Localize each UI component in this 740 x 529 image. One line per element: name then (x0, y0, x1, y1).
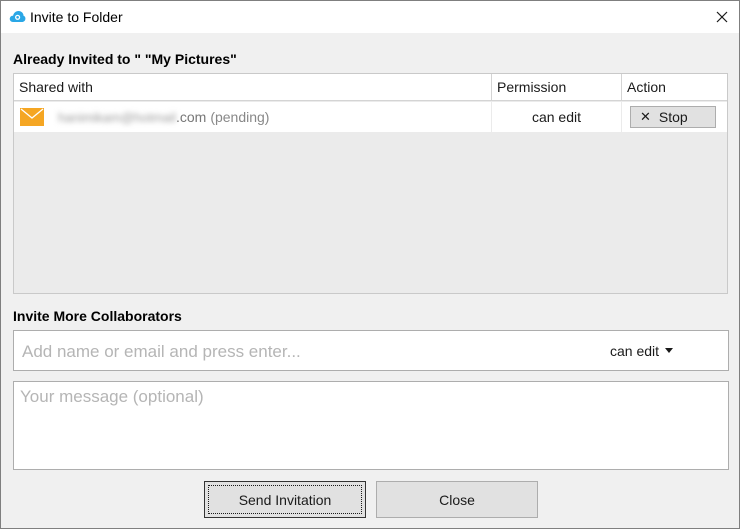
column-header-shared-with[interactable]: Shared with (14, 74, 491, 100)
permission-value: can edit (531, 109, 582, 125)
column-header-action[interactable]: Action (621, 74, 727, 100)
stop-button-label: Stop (658, 109, 688, 125)
column-header-permission[interactable]: Permission (491, 74, 621, 100)
invite-field-container: can edit (13, 330, 729, 372)
invite-more-heading: Invite More Collaborators (13, 308, 182, 324)
permission-cell: can edit (491, 102, 621, 132)
already-invited-heading: Already Invited to " "My Pictures" (13, 51, 237, 67)
close-button[interactable]: Close (376, 481, 538, 518)
send-invitation-button[interactable]: Send Invitation (204, 481, 366, 518)
close-button-label: Close (439, 491, 475, 508)
action-cell: ✕ Stop (621, 102, 727, 132)
email-local-part: hanimikam@hotmail (58, 109, 176, 125)
close-icon[interactable] (705, 1, 739, 33)
mail-icon (20, 108, 44, 126)
table-row[interactable]: hanimikam@hotmail .com (pending) can edi… (14, 102, 727, 132)
permission-dropdown[interactable]: can edit (610, 331, 674, 370)
chevron-down-icon (665, 348, 674, 353)
shared-with-table: Shared with Permission Action hanimikam@… (13, 73, 728, 294)
message-input[interactable] (14, 382, 728, 469)
email-domain: .com (175, 109, 207, 125)
shared-with-cell: hanimikam@hotmail .com (pending) (14, 102, 491, 132)
status-badge: (pending) (210, 109, 270, 125)
x-icon: ✕ (640, 109, 651, 124)
table-header: Shared with Permission Action (14, 74, 727, 101)
message-field-container (13, 381, 729, 470)
invite-email-input[interactable] (20, 331, 584, 372)
cloud-app-icon (9, 10, 26, 23)
title-bar: Invite to Folder (1, 1, 739, 33)
focus-ring (208, 485, 362, 514)
invite-dialog: Invite to Folder Already Invited to " "M… (0, 0, 740, 529)
window-title: Invite to Folder (30, 9, 123, 25)
stop-sharing-button[interactable]: ✕ Stop (630, 106, 716, 128)
permission-dropdown-value: can edit (610, 342, 660, 359)
